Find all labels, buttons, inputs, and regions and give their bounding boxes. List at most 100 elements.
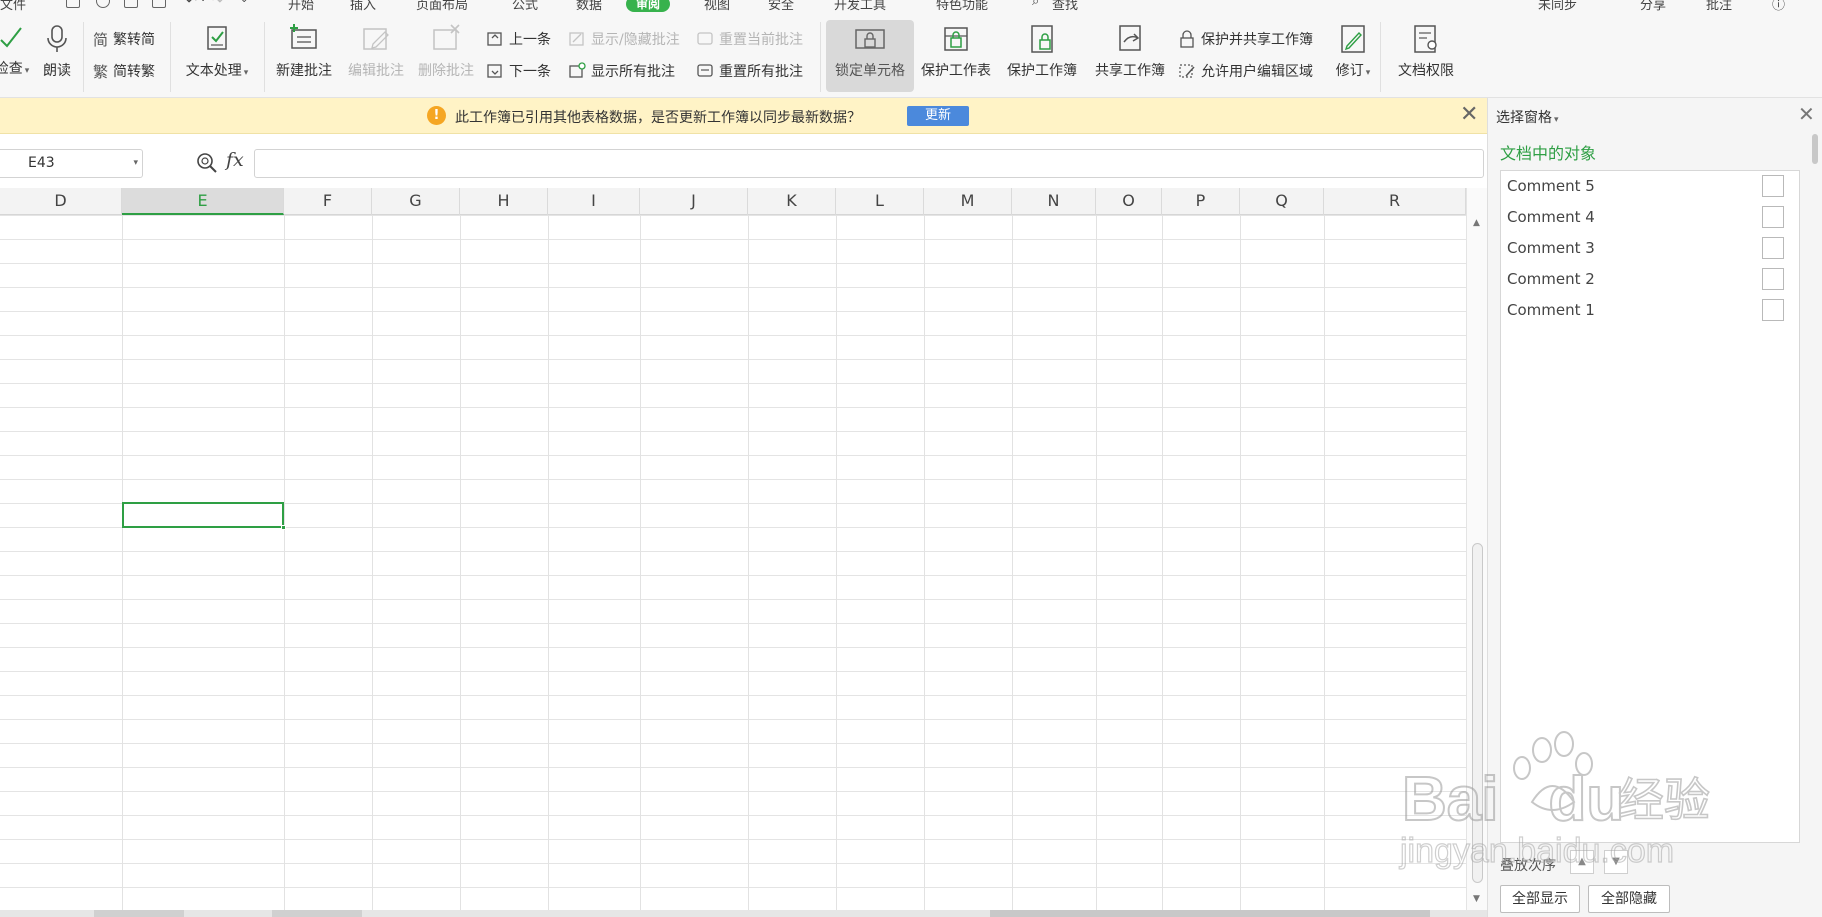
allow-edit-ranges-button[interactable]: 允许用户编辑区域	[1178, 59, 1313, 83]
sheet-tab-strip[interactable]	[0, 910, 1487, 917]
visibility-checkbox[interactable]	[1762, 268, 1784, 290]
column-header-q[interactable]: Q	[1240, 188, 1324, 215]
function-icon[interactable]: fx	[226, 149, 244, 171]
protect-workbook-button[interactable]: 保护工作簿	[1002, 20, 1082, 92]
name-box[interactable]: E43 ▾	[0, 149, 143, 178]
column-header-j[interactable]: J	[640, 188, 748, 215]
share-button[interactable]: 分享	[1640, 0, 1666, 13]
show-hide-comment-button[interactable]: 显示/隐藏批注	[568, 27, 680, 51]
scroll-up-icon[interactable]: ▲	[1473, 218, 1480, 228]
search-icon[interactable]: ⌕	[1032, 0, 1039, 9]
column-header-g[interactable]: G	[372, 188, 460, 215]
comment-menu-button[interactable]: 批注	[1706, 0, 1732, 13]
traditional-to-simplified-button[interactable]: 简 繁转简	[93, 27, 155, 51]
worksheet-grid[interactable]: D E F G H I J K L M N O P Q R	[0, 188, 1466, 910]
visibility-checkbox[interactable]	[1762, 175, 1784, 197]
update-notification-bar: ! 此工作簿已引用其他表格数据，是否更新工作簿以同步最新数据？ 更新 ✕	[0, 98, 1487, 134]
close-icon[interactable]: ✕	[1460, 104, 1478, 126]
visibility-checkbox[interactable]	[1762, 299, 1784, 321]
simplified-to-traditional-button[interactable]: 繁 简转繁	[93, 59, 155, 83]
sync-status[interactable]: 未同步	[1538, 0, 1577, 13]
column-header-p[interactable]: P	[1162, 188, 1240, 215]
tab-review[interactable]: 审阅	[626, 0, 671, 12]
visibility-checkbox[interactable]	[1762, 237, 1784, 259]
undo-icon[interactable]: ↶ ·	[186, 0, 205, 9]
text-processing-icon	[207, 26, 227, 50]
revise-button[interactable]: 修订 ▾	[1330, 20, 1376, 92]
column-header-n[interactable]: N	[1012, 188, 1096, 215]
tab-data[interactable]: 数据	[576, 0, 602, 13]
tab-formula[interactable]: 公式	[512, 0, 538, 13]
column-header-d[interactable]: D	[0, 188, 122, 215]
tab-features[interactable]: 特色功能	[936, 0, 988, 13]
tab-insert[interactable]: 插入	[350, 0, 376, 13]
chevron-down-icon[interactable]: ▾	[133, 150, 138, 177]
tab-security[interactable]: 安全	[768, 0, 794, 13]
column-header-f[interactable]: F	[284, 188, 372, 215]
next-icon	[487, 64, 502, 78]
list-item[interactable]: Comment 5	[1501, 171, 1799, 202]
previous-icon	[487, 32, 502, 46]
quick-access-more-icon[interactable]: ⌄	[240, 0, 248, 5]
zoom-icon[interactable]	[196, 152, 218, 178]
show-all-button[interactable]: 全部显示	[1500, 885, 1580, 913]
column-header-e[interactable]: E	[122, 188, 284, 215]
pane-scrollbar[interactable]	[1812, 134, 1820, 914]
reset-current-comment-button[interactable]: 重置当前批注	[696, 27, 803, 51]
show-all-comments-button[interactable]: 显示所有批注	[568, 59, 675, 83]
delete-comment-icon	[433, 24, 460, 50]
save-icon[interactable]	[66, 0, 80, 8]
new-comment-button[interactable]: 新建批注	[272, 20, 336, 92]
lock-cell-button[interactable]: 锁定单元格	[826, 20, 914, 92]
column-header-m[interactable]: M	[924, 188, 1012, 215]
hide-all-button[interactable]: 全部隐藏	[1588, 885, 1670, 913]
list-item[interactable]: Comment 2	[1501, 264, 1799, 295]
active-cell-e43[interactable]	[122, 502, 286, 530]
list-item[interactable]: Comment 3	[1501, 233, 1799, 264]
help-icon[interactable]: ⓘ	[1772, 0, 1785, 13]
text-processing-button[interactable]: 文本处理 ▾	[182, 20, 252, 92]
close-icon[interactable]: ✕	[1798, 102, 1815, 126]
document-permissions-button[interactable]: 文档权限	[1390, 20, 1462, 92]
sheet-tab[interactable]	[94, 910, 184, 917]
tab-start[interactable]: 开始	[288, 0, 314, 13]
tab-developer[interactable]: 开发工具	[834, 0, 886, 13]
tab-page-layout[interactable]: 页面布局	[416, 0, 468, 13]
protect-and-share-button[interactable]: 保护并共享工作簿	[1178, 27, 1313, 51]
print-icon[interactable]	[124, 0, 138, 8]
scroll-down-icon[interactable]: ▼	[1473, 894, 1480, 904]
read-aloud-button[interactable]: 朗读	[40, 20, 74, 92]
allow-edit-icon	[1179, 64, 1195, 78]
preview-icon[interactable]	[152, 0, 166, 8]
column-header-i[interactable]: I	[548, 188, 640, 215]
tab-view[interactable]: 视图	[704, 0, 730, 13]
update-button[interactable]: 更新	[907, 106, 969, 126]
column-header-l[interactable]: L	[836, 188, 924, 215]
tab-search[interactable]: 查找	[1052, 0, 1078, 13]
sheet-tab[interactable]	[272, 910, 362, 917]
spell-check-button[interactable]: 检查 ▾	[0, 20, 30, 92]
fill-handle[interactable]	[281, 525, 286, 530]
column-header-r[interactable]: R	[1324, 188, 1466, 215]
edit-comment-button[interactable]: 编辑批注	[344, 20, 408, 92]
reset-all-comments-button[interactable]: 重置所有批注	[696, 59, 803, 83]
list-item[interactable]: Comment 4	[1501, 202, 1799, 233]
visibility-checkbox[interactable]	[1762, 206, 1784, 228]
redo-icon[interactable]: ↷	[212, 0, 223, 9]
menu-file[interactable]: 文件	[0, 0, 26, 13]
pane-title[interactable]: 选择窗格 ▾	[1496, 107, 1559, 127]
protect-sheet-button[interactable]: 保护工作表	[916, 20, 996, 92]
column-header-h[interactable]: H	[460, 188, 548, 215]
list-item[interactable]: Comment 1	[1501, 295, 1799, 326]
delete-comment-button[interactable]: 删除批注	[414, 20, 478, 92]
column-header-o[interactable]: O	[1096, 188, 1162, 215]
cell-grid[interactable]	[0, 215, 1466, 910]
open-icon[interactable]	[96, 0, 110, 8]
formula-input[interactable]	[254, 149, 1484, 178]
previous-comment-button[interactable]: 上一条	[486, 27, 551, 51]
column-header-k[interactable]: K	[748, 188, 836, 215]
share-workbook-button[interactable]: 共享工作簿	[1088, 20, 1172, 92]
next-comment-button[interactable]: 下一条	[486, 59, 551, 83]
horizontal-scrollbar[interactable]	[990, 910, 1430, 917]
microphone-icon	[47, 25, 67, 52]
